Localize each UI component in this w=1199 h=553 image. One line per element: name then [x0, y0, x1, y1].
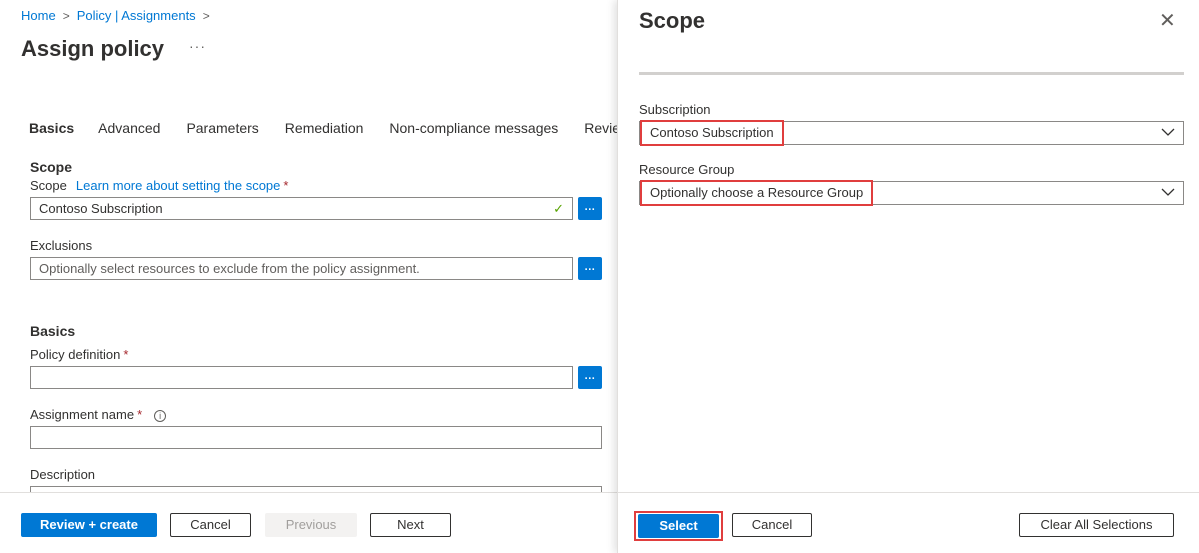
assignment-name-field[interactable]: [30, 426, 602, 449]
policy-definition-label: Policy definition: [30, 347, 121, 362]
info-icon[interactable]: i: [154, 409, 167, 422]
tab-bar: Basics Advanced Parameters Remediation N…: [21, 120, 656, 136]
subscription-dropdown[interactable]: Contoso Subscription: [639, 120, 1184, 146]
policy-definition-label-row: Policy definition *: [30, 347, 128, 362]
policy-definition-browse-button[interactable]: ...: [578, 366, 602, 389]
assignment-name-label-row: Assignment name * i: [30, 407, 167, 422]
tab-non-compliance-messages[interactable]: Non-compliance messages: [389, 120, 558, 136]
scope-browse-button[interactable]: ...: [578, 197, 602, 220]
resource-group-placeholder: Optionally choose a Resource Group: [640, 180, 874, 206]
chevron-down-icon: [1161, 188, 1175, 196]
select-button[interactable]: Select: [638, 514, 719, 538]
page-title: Assign policy: [21, 36, 165, 61]
breadcrumb-home[interactable]: Home: [21, 8, 56, 23]
exclusions-browse-button[interactable]: ...: [578, 257, 602, 280]
scope-field[interactable]: Contoso Subscription ✓: [30, 197, 573, 220]
learn-more-scope-link[interactable]: Learn more about setting the scope: [76, 178, 281, 193]
tab-parameters[interactable]: Parameters: [186, 120, 258, 136]
tab-basics[interactable]: Basics: [21, 120, 82, 136]
description-label: Description: [30, 467, 96, 482]
scope-panel: Scope ✕ Subscription Contoso Subscriptio…: [617, 0, 1199, 553]
scope-section-heading: Scope: [30, 159, 73, 175]
cancel-button[interactable]: Cancel: [170, 513, 251, 537]
review-create-button[interactable]: Review + create: [21, 513, 157, 537]
tab-remediation[interactable]: Remediation: [285, 120, 364, 136]
policy-definition-field[interactable]: [30, 366, 573, 389]
close-icon[interactable]: ✕: [1159, 11, 1176, 31]
scope-value: Contoso Subscription: [39, 201, 163, 216]
previous-button[interactable]: Previous: [265, 513, 357, 537]
assignment-name-label: Assignment name: [30, 407, 135, 422]
breadcrumb: Home > Policy | Assignments >: [21, 8, 217, 23]
more-icon[interactable]: ···: [189, 38, 206, 54]
required-marker: *: [137, 407, 143, 422]
checkmark-icon: ✓: [553, 201, 564, 216]
chevron-right-icon: >: [62, 8, 70, 23]
scope-cancel-button[interactable]: Cancel: [732, 513, 812, 537]
exclusions-label: Exclusions: [30, 238, 93, 253]
clear-all-selections-button[interactable]: Clear All Selections: [1019, 513, 1174, 537]
subscription-value: Contoso Subscription: [640, 120, 784, 146]
required-marker: *: [283, 178, 289, 193]
divider: [639, 72, 1184, 75]
assign-policy-footer: Review + create Cancel Previous Next: [0, 492, 617, 553]
scope-panel-footer: Select Cancel Clear All Selections: [618, 492, 1199, 553]
scope-label-row: Scope Learn more about setting the scope *: [30, 178, 288, 193]
scope-panel-title: Scope: [639, 8, 706, 33]
scope-label: Scope: [30, 178, 67, 193]
required-marker: *: [123, 347, 129, 362]
resource-group-dropdown[interactable]: Optionally choose a Resource Group: [639, 180, 1184, 206]
chevron-down-icon: [1161, 128, 1175, 136]
resource-group-label: Resource Group: [639, 162, 735, 177]
breadcrumb-policy-assignments[interactable]: Policy | Assignments: [77, 8, 196, 23]
assign-policy-blade: Home > Policy | Assignments > Assign pol…: [0, 0, 630, 553]
subscription-label: Subscription: [639, 102, 711, 117]
chevron-right-icon: >: [202, 8, 210, 23]
exclusions-field[interactable]: Optionally select resources to exclude f…: [30, 257, 573, 280]
basics-section-heading: Basics: [30, 323, 76, 339]
select-highlight: Select: [634, 511, 723, 541]
next-button[interactable]: Next: [370, 513, 451, 537]
tab-advanced[interactable]: Advanced: [98, 120, 160, 136]
